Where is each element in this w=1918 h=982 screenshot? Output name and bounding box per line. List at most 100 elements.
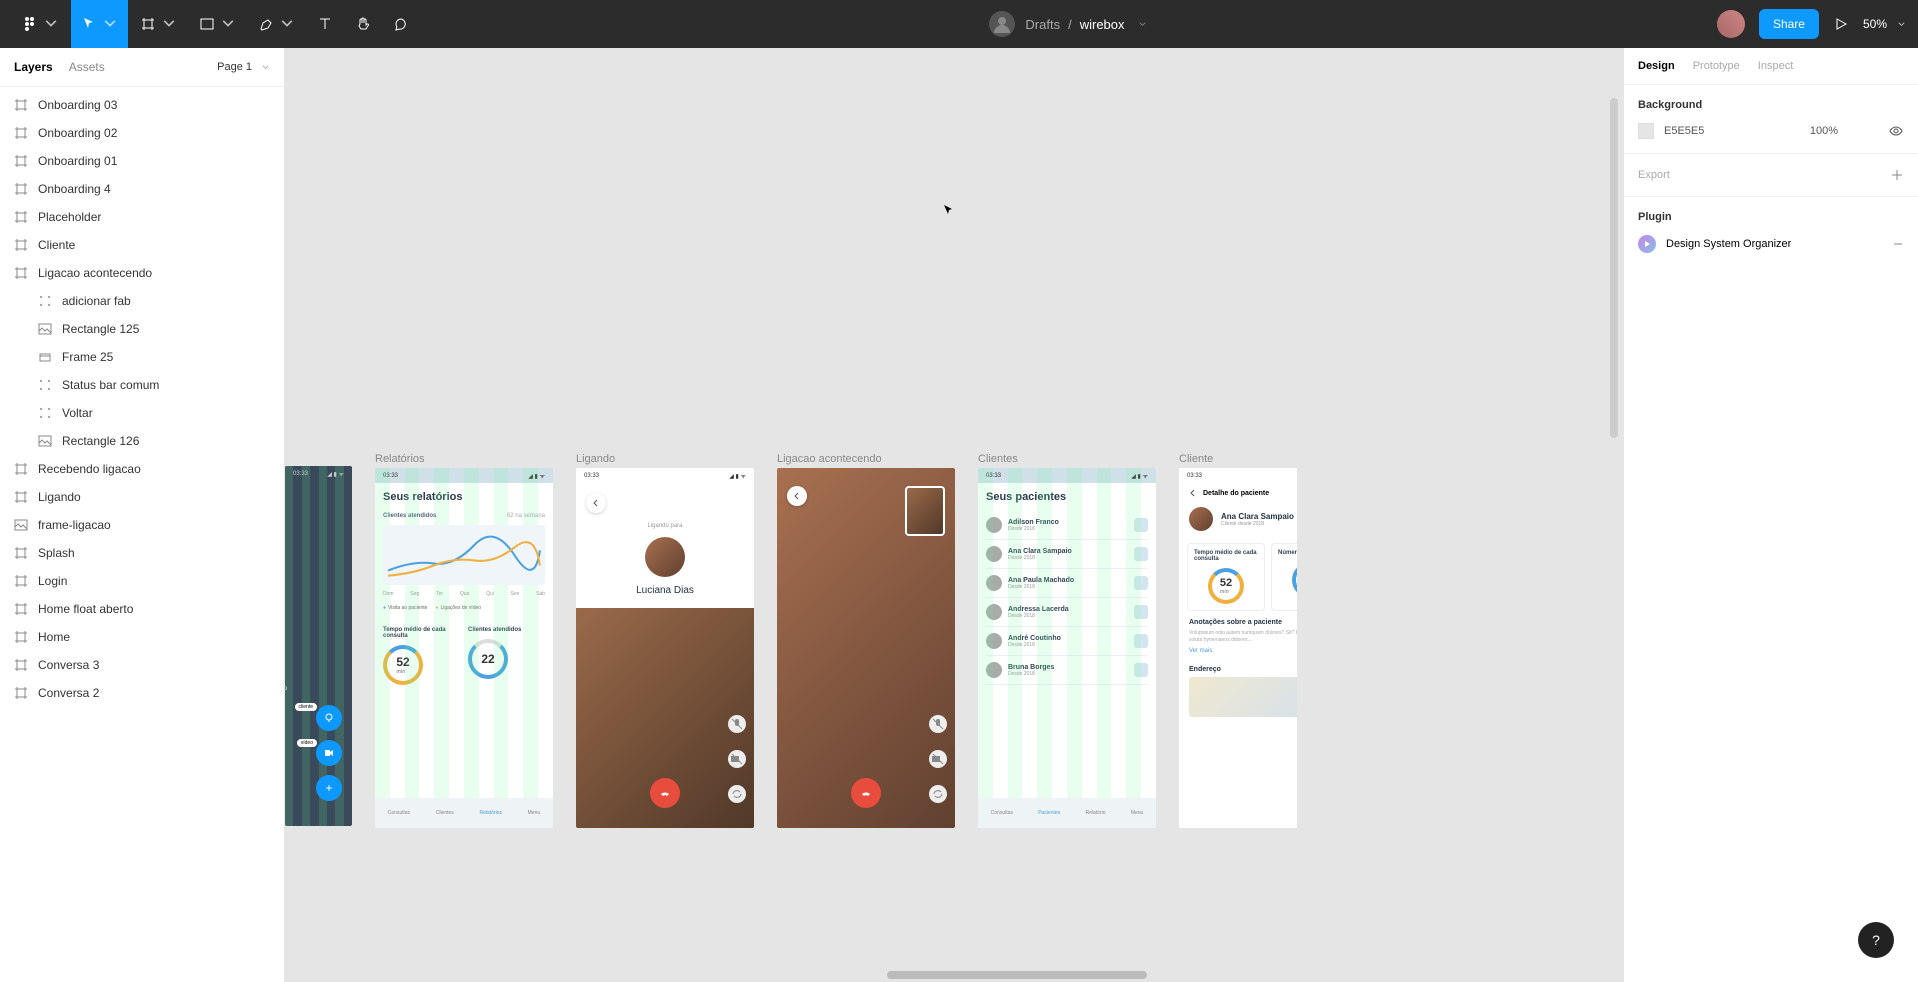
layer-item[interactable]: Voltar xyxy=(0,399,284,427)
plus-icon: + xyxy=(325,781,332,795)
hand-tool-button[interactable] xyxy=(345,0,381,48)
video-icon xyxy=(323,747,335,759)
frame-tool-button[interactable] xyxy=(130,0,187,48)
comment-tool-button[interactable] xyxy=(383,0,419,48)
image-icon xyxy=(14,518,28,532)
layer-item[interactable]: Placeholder xyxy=(0,203,284,231)
vertical-scrollbar[interactable] xyxy=(1610,98,1618,438)
tab-prototype[interactable]: Prototype xyxy=(1693,60,1740,72)
layer-item[interactable]: Splash xyxy=(0,539,284,567)
status-icons: ◢ ▮ ᯤ xyxy=(1131,472,1148,480)
breadcrumb-drafts[interactable]: Drafts xyxy=(1025,17,1060,32)
artboard-ligando[interactable]: 03:33◢ ▮ ᯤ Ligando para Luciana Dias xyxy=(576,468,754,828)
export-label[interactable]: Export xyxy=(1638,169,1670,181)
canvas[interactable]: 03:33◢ ▮ ᯤ ar por áudio cliente vídeo + … xyxy=(285,48,1623,982)
stat-label: Tempo médio de cada consulta xyxy=(383,627,460,639)
patient-row: Ana Paula MachadoDesde 2018 xyxy=(986,569,1148,598)
figma-icon xyxy=(22,16,38,32)
tab-layers[interactable]: Layers xyxy=(14,60,53,74)
layer-item[interactable]: Conversa 2 xyxy=(0,679,284,707)
text-tool-button[interactable] xyxy=(307,0,343,48)
figma-menu-button[interactable] xyxy=(12,0,69,48)
chevron-down-icon[interactable] xyxy=(1138,20,1147,29)
status-time: 03:33 xyxy=(986,473,1001,479)
layer-item[interactable]: Conversa 3 xyxy=(0,651,284,679)
layer-item[interactable]: Ligacao acontecendo xyxy=(0,259,284,287)
tab-assets[interactable]: Assets xyxy=(69,60,105,74)
layer-item[interactable]: Status bar comum xyxy=(0,371,284,399)
layer-name: Recebendo ligacao xyxy=(38,462,141,476)
layer-item[interactable]: Ligando xyxy=(0,483,284,511)
layer-item[interactable]: Home float aberto xyxy=(0,595,284,623)
user-avatar[interactable] xyxy=(1717,10,1745,38)
bg-hex-value[interactable]: E5E5E5 xyxy=(1664,125,1800,137)
pin-icon xyxy=(323,712,335,724)
layer-item[interactable]: Onboarding 02 xyxy=(0,119,284,147)
tab-inspect[interactable]: Inspect xyxy=(1758,60,1793,72)
camera-off-icon xyxy=(728,750,746,768)
layer-item[interactable]: Rectangle 126 xyxy=(0,427,284,455)
artboard-relatorios[interactable]: 03:33◢ ▮ ᯤ Seus relatórios Clientes aten… xyxy=(375,468,553,828)
patient-row: Ana Clara SampaioDesde 2018 xyxy=(986,540,1148,569)
horizontal-scrollbar[interactable] xyxy=(887,971,1147,979)
artboard-clientes[interactable]: 03:33◢ ▮ ᯤ Seus pacientes Adilson Franco… xyxy=(978,468,1156,828)
layer-name: Conversa 3 xyxy=(38,658,99,672)
subtitle-semana: 62 na semana xyxy=(507,513,545,519)
frame-label[interactable]: Clientes xyxy=(978,453,1156,465)
mute-button xyxy=(728,715,746,733)
owner-avatar[interactable] xyxy=(989,11,1015,37)
subtitle-clientes: Clientes atendidos xyxy=(383,513,436,519)
layer-item[interactable]: Cliente xyxy=(0,231,284,259)
see-more-link: Ver mais xyxy=(1189,648,1297,654)
artboard-cliente[interactable]: 03:33 Detalhe do paciente Ana Clara Samp… xyxy=(1179,468,1297,828)
card-label: Tempo médio de cada consulta xyxy=(1194,550,1258,562)
bg-swatch[interactable] xyxy=(1638,123,1654,139)
pen-tool-button[interactable] xyxy=(248,0,305,48)
calling-label: Ligando para xyxy=(576,523,754,529)
layer-name: Login xyxy=(38,574,67,588)
file-name[interactable]: wirebox xyxy=(1080,17,1125,32)
share-button[interactable]: Share xyxy=(1759,9,1819,39)
question-icon: ? xyxy=(1872,932,1880,948)
donut-tempo: 52min xyxy=(1208,568,1244,604)
tab-design[interactable]: Design xyxy=(1638,60,1675,72)
bg-opacity-value[interactable]: 100% xyxy=(1810,125,1838,137)
shape-tool-button[interactable] xyxy=(189,0,246,48)
frame-icon xyxy=(14,630,28,644)
help-button[interactable]: ? xyxy=(1858,922,1894,958)
move-tool-button[interactable] xyxy=(71,0,128,48)
layer-item[interactable]: Onboarding 03 xyxy=(0,91,284,119)
plus-icon[interactable] xyxy=(1890,168,1904,182)
frame-label[interactable]: Cliente xyxy=(1179,453,1297,465)
plugin-name[interactable]: Design System Organizer xyxy=(1666,238,1791,250)
eye-icon[interactable] xyxy=(1888,123,1904,139)
zoom-value: 50% xyxy=(1863,17,1887,31)
image-icon xyxy=(38,434,52,448)
frame-label[interactable]: Relatórios xyxy=(375,453,553,465)
layer-item[interactable]: Frame 25 xyxy=(0,343,284,371)
layer-item[interactable]: Onboarding 01 xyxy=(0,147,284,175)
legend-visita: Visita ao paciente xyxy=(383,605,427,611)
present-icon[interactable] xyxy=(1833,16,1849,32)
patient-name: Bruna Borges xyxy=(1008,664,1054,671)
patient-name: Ana Paula Machado xyxy=(1008,577,1074,584)
layer-name: frame-ligacao xyxy=(38,518,111,532)
artboard-ligacao-acontecendo[interactable] xyxy=(777,468,955,828)
frame-icon xyxy=(14,462,28,476)
artboard-home-aberto[interactable]: 03:33◢ ▮ ᯤ ar por áudio cliente vídeo + xyxy=(285,466,352,826)
frame-label[interactable]: Ligando xyxy=(576,453,754,465)
page-selector[interactable]: Page 1 xyxy=(217,61,270,73)
layer-item[interactable]: Home xyxy=(0,623,284,651)
detail-title: Detalhe do paciente xyxy=(1203,490,1269,497)
minus-icon[interactable] xyxy=(1892,238,1904,250)
frame-label[interactable]: Ligacao acontecendo xyxy=(777,453,955,465)
layer-item[interactable]: Rectangle 125 xyxy=(0,315,284,343)
zoom-control[interactable]: 50% xyxy=(1863,17,1906,31)
frame-icon xyxy=(14,686,28,700)
layer-item[interactable]: Login xyxy=(0,567,284,595)
chevron-down-icon xyxy=(161,16,177,32)
layer-item[interactable]: frame-ligacao xyxy=(0,511,284,539)
layer-item[interactable]: adicionar fab xyxy=(0,287,284,315)
layer-item[interactable]: Recebendo ligacao xyxy=(0,455,284,483)
layer-item[interactable]: Onboarding 4 xyxy=(0,175,284,203)
